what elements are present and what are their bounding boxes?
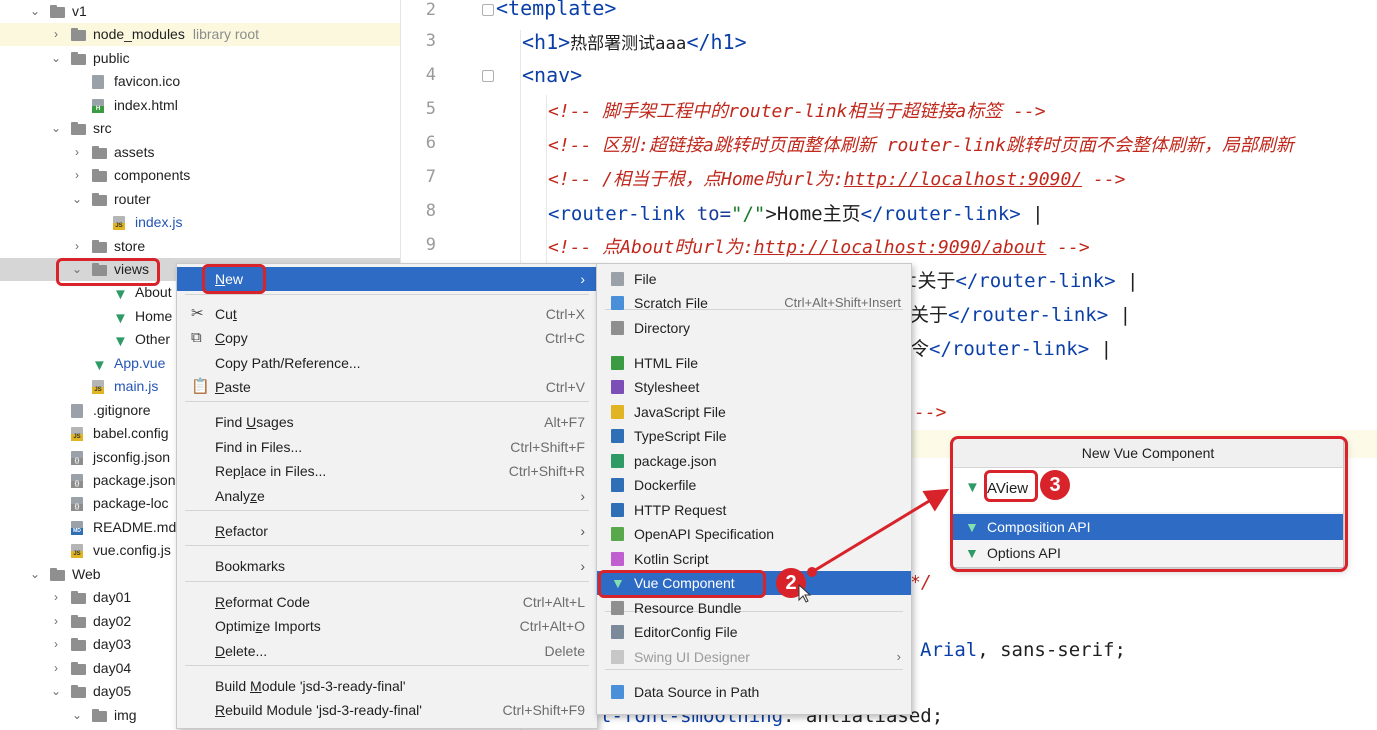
mouse-cursor-icon [798, 584, 812, 603]
step-badge-3: 3 [1040, 470, 1070, 500]
annotation-arrow [807, 488, 950, 577]
